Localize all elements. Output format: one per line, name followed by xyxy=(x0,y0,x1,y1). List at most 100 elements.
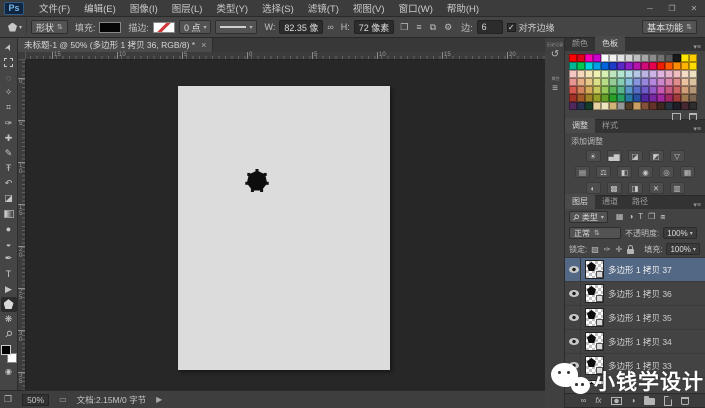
swatch-1-6[interactable] xyxy=(617,62,625,70)
height-input[interactable]: 72 像素 xyxy=(354,20,395,34)
swatch-1-11[interactable] xyxy=(657,62,665,70)
swatch-3-6[interactable] xyxy=(617,78,625,86)
stroke-width-select[interactable]: 0 点 ▾ xyxy=(179,20,212,34)
exposure-icon[interactable]: ◩ xyxy=(649,150,664,162)
swatch-6-12[interactable] xyxy=(665,102,673,110)
swatch-1-14[interactable] xyxy=(681,62,689,70)
gradient-tool[interactable] xyxy=(1,206,17,221)
layer-row[interactable]: 多边形 1 拷贝 33 xyxy=(565,354,705,378)
tab-swatches[interactable]: 色板 xyxy=(595,36,625,51)
swatch-6-8[interactable] xyxy=(633,102,641,110)
swatch-4-0[interactable] xyxy=(569,86,577,94)
swatch-3-3[interactable] xyxy=(593,78,601,86)
swatch-3-5[interactable] xyxy=(609,78,617,86)
swatch-3-15[interactable] xyxy=(689,78,697,86)
pixel-filter-icon[interactable]: ▦ xyxy=(616,212,624,222)
close-button[interactable]: ✕ xyxy=(683,2,705,15)
swatch-2-6[interactable] xyxy=(617,70,625,78)
status-arrow-icon[interactable]: ▶ xyxy=(156,395,162,404)
quick-selection-tool[interactable]: ✧ xyxy=(1,85,17,100)
swatch-6-6[interactable] xyxy=(617,102,625,110)
document-tab[interactable]: 未标题-1 @ 50% (多边形 1 拷贝 36, RGB/8) * × xyxy=(18,38,213,52)
pasteboard[interactable] xyxy=(26,60,545,390)
swatch-4-7[interactable] xyxy=(625,86,633,94)
layer-row[interactable]: 多边形 1 拷贝 32 xyxy=(565,378,705,384)
path-arrange-icon[interactable]: ⧉ xyxy=(428,22,438,33)
swatch-2-3[interactable] xyxy=(593,70,601,78)
width-input[interactable]: 82.35 像 xyxy=(279,20,323,34)
document-page[interactable] xyxy=(178,86,390,370)
history-panel-button[interactable]: 历史记录↺ xyxy=(545,42,565,76)
swatch-4-15[interactable] xyxy=(689,86,697,94)
selective-color-icon[interactable]: ✕ xyxy=(649,182,664,194)
add-mask-icon[interactable] xyxy=(611,397,622,405)
swatch-0-0[interactable] xyxy=(569,54,577,62)
hue-saturation-icon[interactable]: ▤ xyxy=(575,166,590,178)
tool-mode-select[interactable]: 形状 ⇅ xyxy=(31,20,68,34)
swatch-6-1[interactable] xyxy=(577,102,585,110)
align-edges-checkbox[interactable]: ✓ 对齐边缘 xyxy=(507,21,555,34)
menu-item-8[interactable]: 窗口(W) xyxy=(392,1,440,15)
curves-icon[interactable]: ◪ xyxy=(628,150,643,162)
swatch-3-12[interactable] xyxy=(665,78,673,86)
swatch-0-2[interactable] xyxy=(585,54,593,62)
dodge-tool[interactable]: ◒ xyxy=(1,236,17,251)
visibility-toggle[interactable] xyxy=(567,306,581,329)
menu-item-7[interactable]: 视图(V) xyxy=(346,1,392,15)
swatch-1-3[interactable] xyxy=(593,62,601,70)
swatch-2-0[interactable] xyxy=(569,70,577,78)
panel-menu-icon[interactable]: ▾≡ xyxy=(693,125,705,133)
swatch-0-5[interactable] xyxy=(609,54,617,62)
history-brush-tool[interactable]: ↶ xyxy=(1,176,17,191)
lasso-tool[interactable]: ◌ xyxy=(1,70,17,85)
menu-item-3[interactable]: 图层(L) xyxy=(165,1,210,15)
path-operations-icon[interactable]: ❒ xyxy=(398,22,410,33)
swatch-1-2[interactable] xyxy=(585,62,593,70)
tab-adjustments[interactable]: 调整 xyxy=(565,118,595,133)
swatch-3-13[interactable] xyxy=(673,78,681,86)
delete-layer-icon[interactable] xyxy=(681,397,689,405)
swatch-3-2[interactable] xyxy=(585,78,593,86)
gradient-map-icon[interactable]: ▥ xyxy=(670,182,685,194)
swatch-4-10[interactable] xyxy=(649,86,657,94)
rectangular-marquee-tool[interactable] xyxy=(1,55,17,70)
swatch-5-6[interactable] xyxy=(617,94,625,102)
swatch-0-3[interactable] xyxy=(593,54,601,62)
swatch-3-8[interactable] xyxy=(633,78,641,86)
swatch-3-14[interactable] xyxy=(681,78,689,86)
layer-thumbnail[interactable] xyxy=(585,308,604,327)
swatch-4-3[interactable] xyxy=(593,86,601,94)
screen-mode-icon[interactable]: ❐ xyxy=(4,394,12,405)
swatch-5-10[interactable] xyxy=(649,94,657,102)
swatch-4-9[interactable] xyxy=(641,86,649,94)
swatch-6-13[interactable] xyxy=(673,102,681,110)
tool-preset-picker[interactable]: ▾ xyxy=(4,19,27,35)
swatch-2-2[interactable] xyxy=(585,70,593,78)
swatch-6-15[interactable] xyxy=(689,102,697,110)
shape-filter-icon[interactable]: ❒ xyxy=(648,212,655,222)
visibility-toggle[interactable] xyxy=(567,282,581,305)
panel-menu-icon[interactable]: ▾≡ xyxy=(693,43,705,51)
zoom-tool[interactable]: ⚲ xyxy=(1,327,17,342)
swatch-0-11[interactable] xyxy=(657,54,665,62)
horizontal-type-tool[interactable]: T xyxy=(1,266,17,281)
type-filter-icon[interactable]: T xyxy=(638,212,643,222)
swatch-0-10[interactable] xyxy=(649,54,657,62)
new-layer-icon[interactable] xyxy=(664,396,672,406)
swatch-0-7[interactable] xyxy=(625,54,633,62)
photo-filter-icon[interactable]: ◉ xyxy=(638,166,653,178)
horizontal-ruler[interactable]: 1510505101520 xyxy=(26,52,545,60)
swatch-5-7[interactable] xyxy=(625,94,633,102)
blend-mode-select[interactable]: 正常 ⇅ xyxy=(569,227,621,239)
swatch-6-7[interactable] xyxy=(625,102,633,110)
swatch-5-11[interactable] xyxy=(657,94,665,102)
swatch-2-1[interactable] xyxy=(577,70,585,78)
swatch-4-2[interactable] xyxy=(585,86,593,94)
swatch-0-4[interactable] xyxy=(601,54,609,62)
layer-row[interactable]: 多边形 1 拷贝 37 xyxy=(565,258,705,282)
swatch-1-12[interactable] xyxy=(665,62,673,70)
swatch-0-6[interactable] xyxy=(617,54,625,62)
swatch-5-4[interactable] xyxy=(601,94,609,102)
menu-item-5[interactable]: 选择(S) xyxy=(255,1,301,15)
lock-all-icon[interactable] xyxy=(627,249,634,254)
